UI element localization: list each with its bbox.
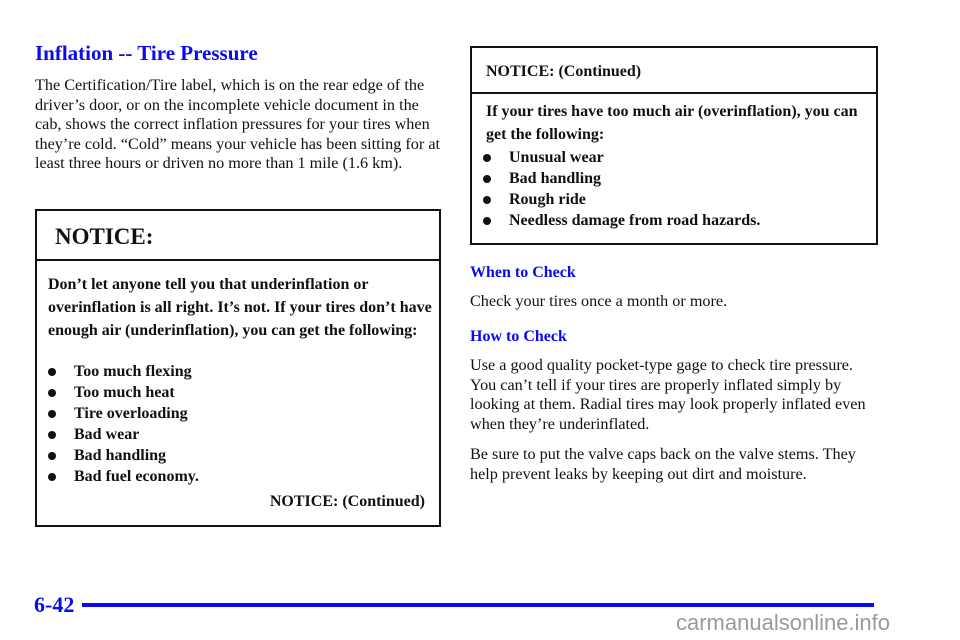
- when-to-check-text: Check your tires once a month or more.: [470, 292, 728, 310]
- notice-text: If your tires have too much air (overinf…: [486, 103, 858, 143]
- bullet-icon: [48, 452, 56, 460]
- bullet-icon: [483, 175, 491, 183]
- notice-list: Unusual wear Bad handling Rough ride Nee…: [472, 147, 876, 231]
- list-item: Bad handling: [37, 445, 439, 466]
- bullet-icon: [48, 389, 56, 397]
- list-item: Bad fuel economy.: [37, 466, 439, 487]
- notice-list: Too much flexing Too much heat Tire over…: [37, 361, 439, 487]
- notice-continued: NOTICE: (Continued): [269, 493, 425, 510]
- list-item: Too much heat: [37, 382, 439, 403]
- notice-text: Don’t let anyone tell you that underinfl…: [48, 276, 432, 339]
- notice-heading: NOTICE: (Continued): [486, 63, 642, 80]
- watermark: carmanualsonline.info: [676, 610, 891, 635]
- list-item: Unusual wear: [472, 147, 876, 168]
- bullet-icon: [48, 431, 56, 439]
- how-to-check-text: Use a good quality pocket-type gage to c…: [470, 356, 866, 433]
- notice-box: NOTICE: Don’t let anyone tell you that u…: [35, 209, 441, 527]
- when-to-check-heading: When to Check: [470, 264, 576, 281]
- bullet-icon: [48, 368, 56, 376]
- intro-paragraph: The Certification/Tire label, which is o…: [35, 76, 441, 172]
- list-item: Needless damage from road hazards.: [472, 210, 876, 231]
- list-item: Rough ride: [472, 189, 876, 210]
- bullet-icon: [483, 217, 491, 225]
- notice-heading: NOTICE:: [55, 224, 154, 249]
- list-item: Tire overloading: [37, 403, 439, 424]
- valve-caps-text: Be sure to put the valve caps back on th…: [470, 445, 856, 483]
- bullet-icon: [483, 196, 491, 204]
- list-item: Bad wear: [37, 424, 439, 445]
- bullet-icon: [48, 473, 56, 481]
- bullet-icon: [48, 410, 56, 418]
- notice-continued-box: NOTICE: (Continued) If your tires have t…: [470, 46, 878, 245]
- bullet-icon: [483, 154, 491, 162]
- page-number: 6-42: [34, 592, 75, 617]
- list-item: Bad handling: [472, 168, 876, 189]
- list-item: Too much flexing: [37, 361, 439, 382]
- footer-rule: [82, 603, 874, 607]
- section-title: Inflation -- Tire Pressure: [35, 41, 258, 65]
- how-to-check-heading: How to Check: [470, 328, 567, 345]
